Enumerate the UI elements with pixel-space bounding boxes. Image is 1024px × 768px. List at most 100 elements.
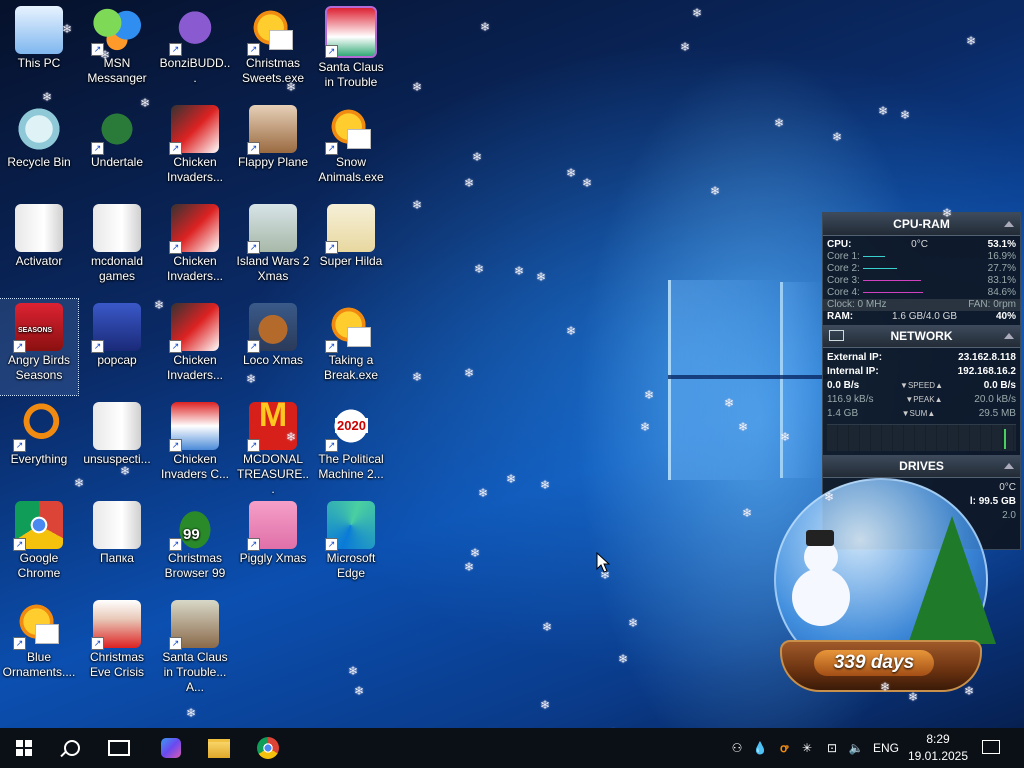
- snowflake-icon: ❄: [900, 108, 911, 122]
- file-explorer-button[interactable]: [196, 728, 242, 768]
- people-icon[interactable]: ⚇: [728, 728, 746, 768]
- shortcut-arrow-icon: ↗: [247, 439, 260, 452]
- chrome-icon: [257, 737, 279, 759]
- volume-icon[interactable]: 🔈: [846, 728, 866, 768]
- snowflake-tray-icon[interactable]: ✳: [798, 728, 816, 768]
- desktop-icon[interactable]: Папка: [78, 497, 156, 593]
- shortcut-arrow-icon: ↗: [247, 142, 260, 155]
- desktop-icon-label: Super Hilda: [319, 254, 383, 268]
- windows-logo-icon: [16, 740, 32, 756]
- language-indicator[interactable]: ENG: [870, 728, 902, 768]
- desktop-icon[interactable]: ↗ Snow Animals.exe: [312, 101, 390, 197]
- desktop-icon[interactable]: ↗ Christmas Sweets.exe: [234, 2, 312, 98]
- desktop-icon[interactable]: Recycle Bin: [0, 101, 78, 197]
- desktop-icon[interactable]: ↗ Island Wars 2 Xmas: [234, 200, 312, 296]
- desktop-icon[interactable]: ↗ Chicken Invaders...: [156, 299, 234, 395]
- snowflake-icon: ❄: [542, 620, 553, 634]
- everything-tray-icon[interactable]: ꝍ: [774, 728, 794, 768]
- desktop-icon[interactable]: mcdonald games: [78, 200, 156, 296]
- badge-99: 99: [183, 526, 200, 543]
- task-view-button[interactable]: [96, 728, 142, 768]
- notification-icon[interactable]: [982, 740, 1000, 754]
- snowflake-icon: ❄: [780, 430, 791, 444]
- desktop-icon[interactable]: ↗ Santa Claus in Trouble... A...: [156, 596, 234, 694]
- desktop-icon[interactable]: 99 ↗ Christmas Browser 99: [156, 497, 234, 593]
- desktop-icon[interactable]: ↗ Undertale: [78, 101, 156, 197]
- snow-globe-countdown[interactable]: 339 days: [768, 472, 996, 698]
- badge-seasons: SEASONS: [18, 327, 53, 334]
- desktop-icon[interactable]: unsuspecti...: [78, 398, 156, 494]
- shortcut-arrow-icon: ↗: [247, 538, 260, 551]
- snowflake-icon: ❄: [710, 184, 721, 198]
- cpu-ram-header[interactable]: CPU-RAM: [823, 213, 1020, 236]
- desktop-icon[interactable]: ↗ Taking a Break.exe: [312, 299, 390, 395]
- snowflake-icon: ❄: [354, 684, 365, 698]
- collapse-icon[interactable]: [1004, 333, 1014, 339]
- task-view-icon: [108, 740, 130, 756]
- snowflake-icon: ❄: [878, 104, 889, 118]
- desktop-icon[interactable]: ↗ Piggly Xmas: [234, 497, 312, 593]
- desktop-icon[interactable]: This PC: [0, 2, 78, 98]
- network-header[interactable]: NETWORK: [823, 325, 1020, 348]
- collapse-icon[interactable]: [1004, 463, 1014, 469]
- desktop-icon[interactable]: ↗ Santa Claus in Trouble: [312, 2, 390, 98]
- desktop-icon[interactable]: ↗ Chicken Invaders C...: [156, 398, 234, 494]
- clock[interactable]: 8:29 19.01.2025: [906, 731, 970, 765]
- mouse-cursor-icon: [596, 552, 610, 573]
- snowflake-icon: ❄: [832, 130, 843, 144]
- desktop-icon[interactable]: SEASONS ↗ Angry Birds Seasons: [0, 298, 79, 396]
- shortcut-arrow-icon: ↗: [91, 142, 104, 155]
- external-ip-row: External IP: 23.162.8.118: [827, 352, 1016, 363]
- snowflake-icon: ❄: [246, 372, 257, 386]
- desktop-icon[interactable]: ↗MCDONAL TREASURE...: [234, 398, 312, 496]
- shortcut-arrow-icon: ↗: [325, 340, 338, 353]
- star-icon: ↗: [325, 303, 375, 353]
- desktop-icon[interactable]: 2020 ↗ The Political Machine 2...: [312, 398, 390, 494]
- desktop-icon-label: popcap: [97, 353, 137, 367]
- desktop-icon[interactable]: ↗ MSN Messanger: [78, 2, 156, 98]
- snowflake-icon: ❄: [908, 690, 919, 704]
- desktop-icon-label: unsuspecti...: [83, 452, 151, 466]
- desktop-icon[interactable]: ↗ Flappy Plane: [234, 101, 312, 197]
- start-button[interactable]: [1, 728, 47, 768]
- chicken-invaders-icon: ↗: [169, 204, 219, 254]
- island-wars-icon: ↗: [247, 204, 297, 254]
- christmas-tree-icon: 99 ↗: [169, 501, 219, 551]
- teddy-bear-icon: ↗: [247, 303, 297, 353]
- snowflake-icon: ❄: [412, 80, 423, 94]
- desktop-icon[interactable]: ↗ Everything: [0, 398, 78, 494]
- wallpaper-logo-pane: [780, 282, 823, 478]
- snowflake-icon: ❄: [824, 490, 835, 504]
- desktop-icon[interactable]: ↗ Chicken Invaders...: [156, 200, 234, 296]
- desktop-icon[interactable]: ↗ Blue Ornaments....: [0, 596, 78, 692]
- edge-icon: ↗: [325, 501, 375, 551]
- desktop-icon-label: Christmas Eve Crisis: [89, 650, 144, 679]
- desktop-icon[interactable]: Activator: [0, 200, 78, 296]
- desktop-icon[interactable]: ↗ Microsoft Edge: [312, 497, 390, 593]
- desktop-icon[interactable]: ↗ Chicken Invaders...: [156, 101, 234, 197]
- desktop-icon[interactable]: ↗ BonziBUDD...: [156, 2, 234, 98]
- shortcut-arrow-icon: ↗: [169, 538, 182, 551]
- network-icon[interactable]: ⊡: [822, 728, 842, 768]
- snowman-icon: [792, 568, 850, 626]
- desktop-icon[interactable]: ↗ Christmas Eve Crisis: [78, 596, 156, 692]
- shortcut-arrow-icon: ↗: [169, 637, 182, 650]
- droplet-icon[interactable]: 💧: [752, 728, 768, 768]
- shortcut-arrow-icon: ↗: [247, 340, 260, 353]
- copilot-icon: [161, 738, 181, 758]
- shortcut-arrow-icon: ↗: [169, 142, 182, 155]
- collapse-icon[interactable]: [1004, 221, 1014, 227]
- snowflake-icon: ❄: [942, 206, 953, 220]
- snowflake-icon: ❄: [42, 90, 53, 104]
- search-button[interactable]: [49, 728, 95, 768]
- desktop-icon[interactable]: ↗ Google Chrome: [0, 497, 78, 593]
- sum-row: 1.4 GB ▼SUM▲ 29.5 MB: [827, 408, 1016, 419]
- desktop-icon-label: Loco Xmas: [242, 353, 304, 367]
- copilot-button[interactable]: [148, 728, 194, 768]
- shortcut-arrow-icon: ↗: [169, 439, 182, 452]
- desktop-icon[interactable]: ↗ popcap: [78, 299, 156, 395]
- desktop-icon[interactable]: ↗ Super Hilda: [312, 200, 390, 296]
- snowflake-icon: ❄: [186, 706, 197, 720]
- desktop-icon-label: Recycle Bin: [7, 155, 71, 169]
- chrome-taskbar-button[interactable]: [245, 728, 291, 768]
